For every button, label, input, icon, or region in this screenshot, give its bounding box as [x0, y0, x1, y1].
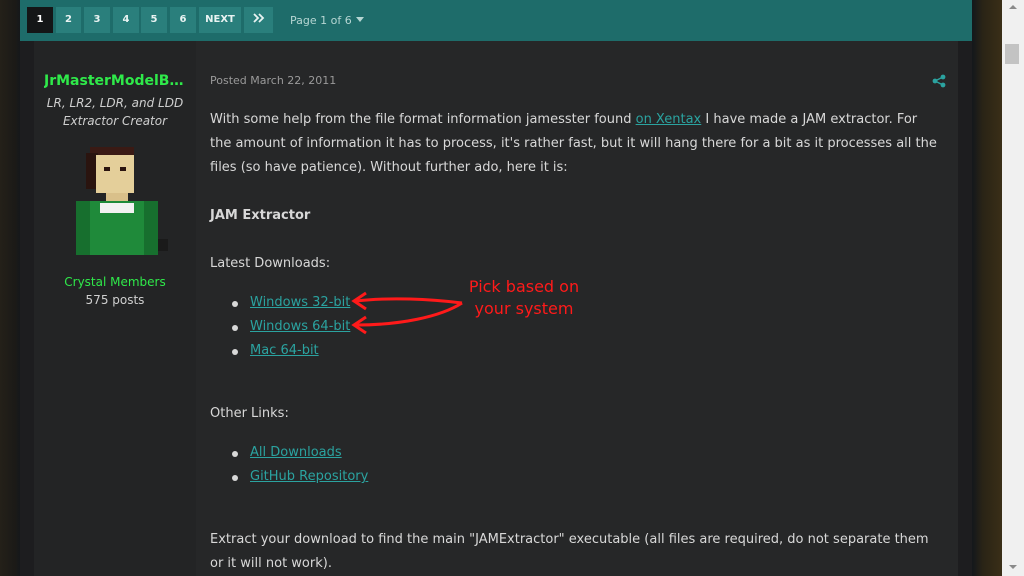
page-2-button[interactable]: 2 — [56, 7, 81, 33]
xentax-link[interactable]: on Xentax — [636, 112, 702, 127]
author-title-line-2: Extractor Creator — [62, 114, 168, 128]
page-6-button[interactable]: 6 — [170, 7, 196, 33]
post-count: 575 posts — [85, 293, 145, 307]
other-links-list: All Downloads GitHub Repository — [210, 441, 368, 489]
downloads-list: Windows 32-bit Windows 64-bit Mac 64-bit — [210, 291, 350, 363]
post-footer-text: Extract your download to find the main "… — [210, 532, 929, 571]
page-jump-dropdown[interactable]: Page 1 of 6 — [290, 14, 364, 27]
pagination-bar: 1 2 3 4 5 6 NEXT Page 1 of 6 — [20, 0, 972, 41]
share-icon[interactable] — [932, 74, 946, 88]
download-mac-64-link[interactable]: Mac 64-bit — [250, 343, 319, 358]
avatar[interactable] — [60, 139, 170, 255]
list-item: All Downloads — [210, 441, 368, 465]
page-1-button[interactable]: 1 — [27, 7, 53, 33]
all-downloads-link[interactable]: All Downloads — [250, 445, 342, 460]
scroll-down-arrow-icon[interactable] — [1002, 560, 1024, 574]
list-item: Mac 64-bit — [210, 339, 350, 363]
member-group: Crystal Members — [64, 275, 166, 289]
next-button[interactable]: NEXT — [199, 7, 241, 33]
post-heading: JAM Extractor — [210, 208, 311, 223]
github-repository-link[interactable]: GitHub Repository — [250, 469, 368, 484]
author-panel: JrMasterModelBuilder LR, LR2, LDR, and L… — [34, 41, 196, 576]
annotation-line-2: your system — [474, 299, 574, 318]
author-name-link[interactable]: JrMasterModelBuilder — [44, 73, 186, 89]
page-4-button[interactable]: 4 — [113, 7, 139, 33]
page-info-label: Page 1 of 6 — [290, 14, 352, 27]
caret-down-icon — [355, 17, 364, 22]
vertical-scrollbar[interactable] — [1002, 0, 1024, 576]
author-title: LR, LR2, LDR, and LDD Extractor Creator — [40, 94, 190, 130]
list-item: Windows 64-bit — [210, 315, 350, 339]
annotation-text: Pick based on your system — [432, 276, 616, 320]
page-5-button[interactable]: 5 — [141, 7, 167, 33]
author-title-line-1: LR, LR2, LDR, and LDD — [46, 96, 184, 110]
scroll-up-arrow-icon[interactable] — [1002, 0, 1024, 14]
post-date: Posted March 22, 2011 — [210, 74, 337, 87]
other-links-label: Other Links: — [210, 406, 289, 421]
intro-text: With some help from the file format info… — [210, 112, 636, 127]
post-intro: With some help from the file format info… — [210, 108, 940, 180]
list-item: Windows 32-bit — [210, 291, 350, 315]
list-item: GitHub Repository — [210, 465, 368, 489]
download-windows-64-link[interactable]: Windows 64-bit — [250, 319, 350, 334]
download-windows-32-link[interactable]: Windows 32-bit — [250, 295, 350, 310]
scrollbar-thumb[interactable] — [1005, 44, 1019, 64]
last-page-button[interactable] — [244, 7, 273, 33]
latest-downloads-label: Latest Downloads: — [210, 256, 331, 271]
page-3-button[interactable]: 3 — [84, 7, 110, 33]
annotation-line-1: Pick based on — [468, 277, 580, 296]
double-chevron-right-icon — [252, 13, 264, 23]
